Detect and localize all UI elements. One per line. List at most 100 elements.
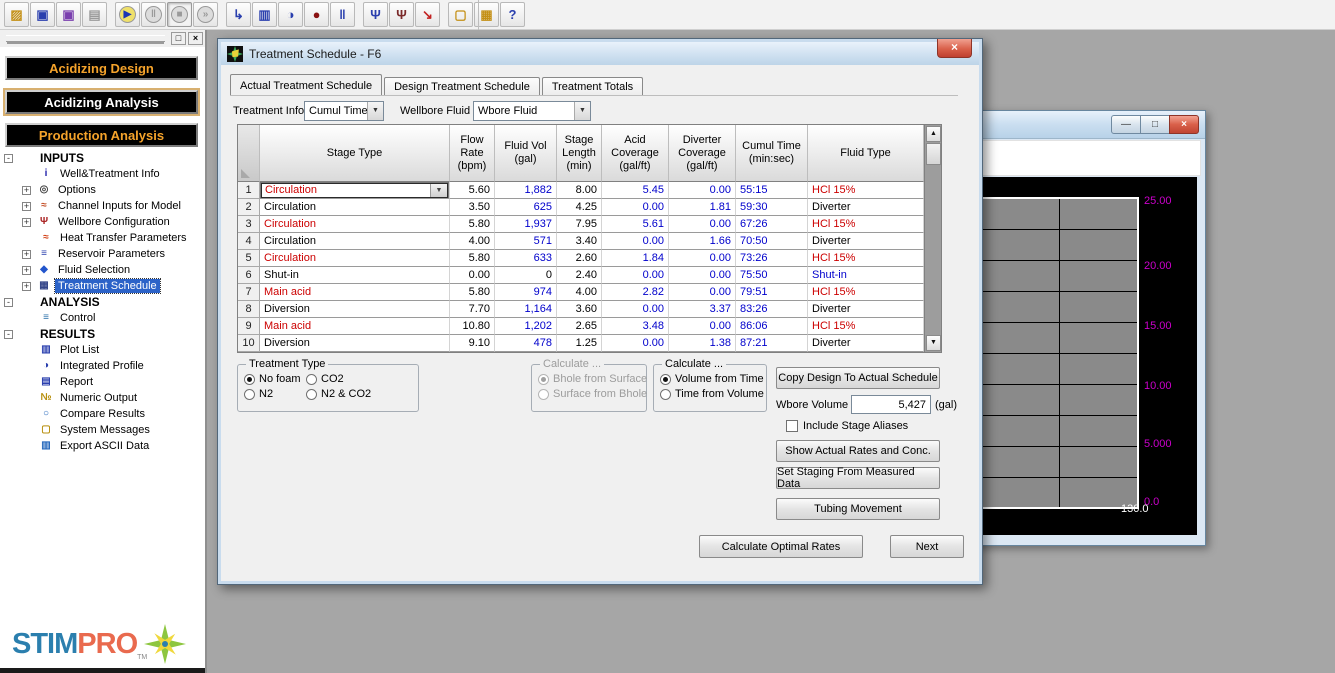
tree-item-integrated-profile[interactable]: ◑Integrated Profile bbox=[0, 358, 205, 374]
open-file-button[interactable]: ▨ bbox=[4, 2, 29, 27]
print-button[interactable]: ▤ bbox=[82, 2, 107, 27]
table-cell[interactable]: Shut-in bbox=[808, 267, 924, 284]
table-cell[interactable]: Circulation bbox=[260, 250, 450, 267]
tree-expander-icon[interactable]: + bbox=[22, 218, 31, 227]
radio-icon[interactable] bbox=[244, 374, 255, 385]
table-cell[interactable]: 1.38 bbox=[669, 335, 736, 352]
radio-icon[interactable] bbox=[244, 389, 255, 400]
table-cell[interactable]: Circulation bbox=[260, 216, 450, 233]
restore-button[interactable]: □ bbox=[1140, 115, 1170, 134]
table-cell[interactable]: 5.80 bbox=[450, 216, 495, 233]
calculate-volume-radio-volume-from-time[interactable]: Volume from Time bbox=[660, 373, 760, 385]
tree-expander-icon[interactable]: + bbox=[22, 250, 31, 259]
help-button[interactable]: ? bbox=[500, 2, 525, 27]
table-cell[interactable]: 1.25 bbox=[557, 335, 602, 352]
table-cell[interactable]: Circulation bbox=[260, 233, 450, 250]
table-cell[interactable]: 2.60 bbox=[557, 250, 602, 267]
table-cell[interactable]: 0.00 bbox=[602, 199, 669, 216]
table-cell[interactable]: HCl 15% bbox=[808, 318, 924, 335]
table-cell[interactable]: 0.00 bbox=[602, 335, 669, 352]
table-cell[interactable]: 8.00 bbox=[557, 182, 602, 199]
radio-icon[interactable] bbox=[306, 389, 317, 400]
table-cell[interactable]: HCl 15% bbox=[808, 216, 924, 233]
table-cell[interactable]: 7.70 bbox=[450, 301, 495, 318]
next-button[interactable]: Next bbox=[890, 535, 964, 558]
tab-design-treatment-schedule[interactable]: Design Treatment Schedule bbox=[384, 77, 540, 95]
treatment-type-radio-n2-co2[interactable]: N2 & CO2 bbox=[306, 388, 412, 400]
scrollbar-thumb[interactable] bbox=[926, 143, 941, 165]
system-messages-button[interactable]: ▢ bbox=[448, 2, 473, 27]
tree-item-export-ascii-data[interactable]: ▥Export ASCII Data bbox=[0, 438, 205, 454]
table-cell[interactable]: 1,882 bbox=[495, 182, 557, 199]
table-cell[interactable]: 5.60 bbox=[450, 182, 495, 199]
radio-icon[interactable] bbox=[660, 389, 671, 400]
table-cell[interactable]: 5.61 bbox=[602, 216, 669, 233]
table-cell[interactable]: Circulation bbox=[260, 199, 450, 216]
nav-button-acidizing-analysis[interactable]: Acidizing Analysis bbox=[5, 90, 198, 114]
table-cell[interactable]: 75:50 bbox=[736, 267, 808, 284]
save-as-button[interactable]: ▣ bbox=[56, 2, 81, 27]
chevron-down-icon[interactable]: ▼ bbox=[367, 102, 383, 120]
stop-button[interactable]: ■ bbox=[167, 2, 192, 27]
pause-button[interactable]: ‖ bbox=[141, 2, 166, 27]
table-cell[interactable]: 3.50 bbox=[450, 199, 495, 216]
flow-path-button[interactable]: ↘ bbox=[415, 2, 440, 27]
row-number-cell[interactable]: 10 bbox=[238, 335, 260, 352]
table-cell[interactable]: 0.00 bbox=[602, 301, 669, 318]
table-cell[interactable]: 478 bbox=[495, 335, 557, 352]
scroll-up-icon[interactable]: ▲ bbox=[926, 126, 941, 142]
tree-expander-icon[interactable]: + bbox=[22, 202, 31, 211]
table-cell[interactable]: HCl 15% bbox=[808, 284, 924, 301]
wellbore-config-button[interactable]: Ψ bbox=[363, 2, 388, 27]
table-cell[interactable]: HCl 15% bbox=[808, 182, 924, 199]
table-cell[interactable]: 4.25 bbox=[557, 199, 602, 216]
table-cell[interactable]: 4.00 bbox=[557, 284, 602, 301]
tree-expander-icon[interactable]: - bbox=[4, 330, 13, 339]
chevron-down-icon[interactable]: ▼ bbox=[430, 184, 447, 197]
table-cell[interactable]: 0.00 bbox=[669, 267, 736, 284]
include-aliases-checkbox[interactable]: Include Stage Aliases bbox=[786, 420, 908, 432]
skip-button[interactable]: » bbox=[193, 2, 218, 27]
table-cell[interactable]: Diverter bbox=[808, 233, 924, 250]
table-cell[interactable]: Shut-in bbox=[260, 267, 450, 284]
table-cell[interactable]: 0.00 bbox=[669, 250, 736, 267]
dialog-close-button[interactable]: × bbox=[937, 39, 972, 58]
tree-item-channel-inputs-for-model[interactable]: +≈Channel Inputs for Model bbox=[0, 198, 205, 214]
table-cell[interactable]: 3.48 bbox=[602, 318, 669, 335]
tree-expander-icon[interactable]: + bbox=[22, 186, 31, 195]
treatment-type-radio-no-foam[interactable]: No foam bbox=[244, 373, 306, 385]
wbore-volume-field[interactable]: 5,427 bbox=[851, 395, 931, 414]
treatment-type-radio-co2[interactable]: CO2 bbox=[306, 373, 412, 385]
radio-icon[interactable] bbox=[660, 374, 671, 385]
table-cell[interactable]: Diversion bbox=[260, 335, 450, 352]
table-cell[interactable]: 79:51 bbox=[736, 284, 808, 301]
table-cell[interactable]: Diverter bbox=[808, 199, 924, 216]
table-cell[interactable]: 0.00 bbox=[669, 318, 736, 335]
tree-item-options[interactable]: +◎Options bbox=[0, 182, 205, 198]
save-button[interactable]: ▣ bbox=[30, 2, 55, 27]
table-cell[interactable]: Diverter bbox=[808, 301, 924, 318]
calculate-volume-radio-time-from-volume[interactable]: Time from Volume bbox=[660, 388, 760, 400]
tree-item-control[interactable]: ≡Control bbox=[0, 310, 205, 326]
table-cell[interactable]: 86:06 bbox=[736, 318, 808, 335]
table-scrollbar[interactable]: ▲ ▼ bbox=[924, 125, 941, 352]
table-cell[interactable]: 7.95 bbox=[557, 216, 602, 233]
tree-expander-icon[interactable]: + bbox=[22, 282, 31, 291]
tubing-movement-button[interactable]: Tubing Movement bbox=[776, 498, 940, 520]
table-cell[interactable]: 0.00 bbox=[669, 216, 736, 233]
table-cell[interactable]: 633 bbox=[495, 250, 557, 267]
tree-item-wellbore-configuration[interactable]: +ΨWellbore Configuration bbox=[0, 214, 205, 230]
treatment-type-radio-n2[interactable]: N2 bbox=[244, 388, 306, 400]
table-cell[interactable]: 2.40 bbox=[557, 267, 602, 284]
table-cell[interactable]: 0 bbox=[495, 267, 557, 284]
table-cell[interactable]: Circulation▼ bbox=[260, 182, 450, 199]
row-number-cell[interactable]: 1 bbox=[238, 182, 260, 199]
tree-expander-icon[interactable]: - bbox=[4, 154, 13, 163]
show-rates-button[interactable]: Show Actual Rates and Conc. bbox=[776, 440, 940, 462]
table-cell[interactable]: 83:26 bbox=[736, 301, 808, 318]
table-cell[interactable]: 571 bbox=[495, 233, 557, 250]
table-cell[interactable]: 2.65 bbox=[557, 318, 602, 335]
plot-list-button[interactable]: ▥ bbox=[252, 2, 277, 27]
tubing-config-button[interactable]: Ψ bbox=[389, 2, 414, 27]
copy-design-button[interactable]: Copy Design To Actual Schedule bbox=[776, 367, 940, 389]
